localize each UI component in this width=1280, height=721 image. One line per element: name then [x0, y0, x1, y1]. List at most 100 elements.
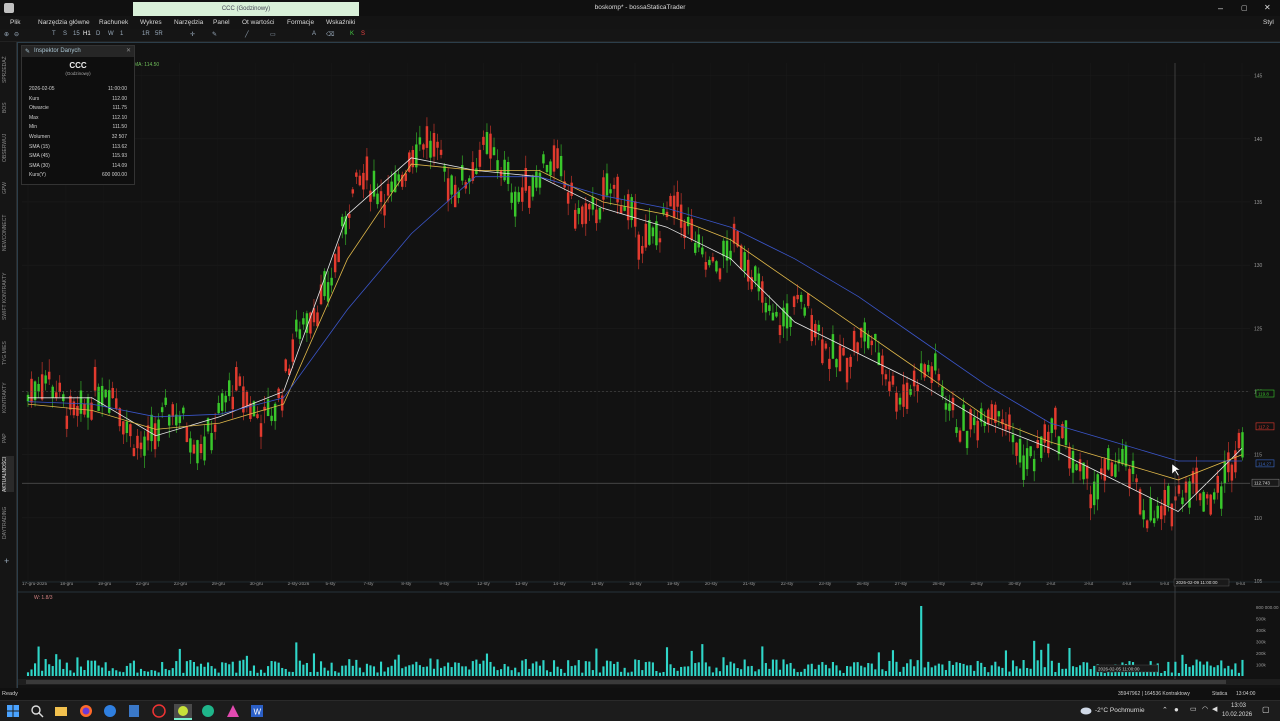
volume-bar: [694, 663, 697, 676]
menu-ot-wartosci[interactable]: Ot wartości: [242, 19, 275, 26]
zoom-in-icon[interactable]: ⊕: [4, 31, 9, 38]
sidebar-item-pap[interactable]: PAP: [2, 428, 14, 448]
weather-text[interactable]: -2°C Pochmurnie: [1095, 707, 1145, 714]
data-inspector-panel[interactable]: ✎ Inspektor Danych ✕ CCC (Godzinowy) 202…: [21, 45, 135, 185]
volume-bar: [718, 671, 722, 676]
candle-body: [969, 409, 972, 430]
volume-bar: [1029, 668, 1032, 676]
line-tool-icon[interactable]: ╱: [245, 31, 249, 38]
edge-icon[interactable]: [103, 704, 117, 718]
y-axis-tick: 115: [1254, 453, 1262, 459]
sidebar-item-daytrading[interactable]: DAYTRADING: [2, 500, 14, 546]
menu-narzedzia-glowne[interactable]: Narzędzia główne: [38, 19, 90, 26]
volume-bar: [401, 668, 404, 676]
window-tab[interactable]: CCC (Godzinowy): [133, 2, 359, 16]
candle-body: [340, 216, 344, 227]
volume-icon[interactable]: ◀: [1212, 705, 1217, 713]
interval-1r[interactable]: 1R: [142, 31, 150, 37]
microphone-icon[interactable]: ●: [1174, 705, 1179, 714]
scrollbar-thumb[interactable]: [26, 680, 1226, 684]
volume-bar: [729, 661, 732, 676]
inspector-header[interactable]: ✎ Inspektor Danych ✕: [22, 46, 134, 57]
minimize-icon[interactable]: –: [1218, 3, 1226, 13]
recorder-icon[interactable]: [152, 704, 166, 718]
interval-5r[interactable]: 5R: [155, 31, 163, 37]
volume-bar: [1223, 668, 1226, 676]
sidebar-item-bos[interactable]: BOS: [2, 98, 14, 118]
volume-bar: [1202, 664, 1205, 676]
restore-icon[interactable]: ▢: [1241, 4, 1249, 14]
left-sidebar: SPRZEDAŻ BOS OBSERWUJ GPW NEWCONNECT SWI…: [0, 42, 17, 688]
sidebar-item-gpw[interactable]: GPW: [2, 178, 14, 198]
volume-bar: [69, 670, 72, 676]
firefox-icon[interactable]: [79, 704, 93, 718]
price-chart[interactable]: MA: 114.5014514013513012512011511010517-…: [18, 43, 1280, 689]
crosshair-icon[interactable]: ✛: [190, 31, 195, 38]
menu-wskazniki[interactable]: Wskaźniki: [326, 19, 355, 26]
weather-icon[interactable]: [1080, 705, 1092, 715]
pin-icon[interactable]: ✎: [25, 48, 30, 55]
candle-body: [136, 435, 139, 449]
candle-body: [1212, 492, 1216, 500]
sidebar-item-tyg-mies[interactable]: TYG.MIES: [2, 336, 14, 370]
calculator-icon[interactable]: [127, 704, 141, 718]
eraser-icon[interactable]: ⌫: [326, 31, 334, 38]
notification-icon[interactable]: ▢: [1262, 705, 1270, 714]
store-icon[interactable]: [226, 704, 240, 718]
bossa-app-icon[interactable]: [174, 704, 192, 720]
pencil-icon[interactable]: ✎: [212, 31, 217, 38]
menu-wykres[interactable]: Wykres: [140, 19, 162, 26]
volume-bar: [242, 659, 245, 676]
sidebar-item-obserwuj[interactable]: OBSERWUJ: [2, 128, 14, 168]
candle-body: [552, 145, 556, 172]
edge-browser-icon[interactable]: [201, 704, 215, 718]
taskbar-time[interactable]: 13:03: [1231, 703, 1246, 709]
menu-plik[interactable]: Plik: [10, 19, 20, 26]
close-icon[interactable]: ✕: [1264, 3, 1272, 13]
zoom-out-icon[interactable]: ⊖: [14, 31, 19, 38]
sidebar-item-aktualnosci[interactable]: AKTUALNOŚCI: [2, 456, 14, 492]
wifi-icon[interactable]: ◠: [1202, 705, 1208, 713]
candle-body: [1022, 455, 1025, 480]
volume-bar: [948, 660, 951, 676]
candle-body: [870, 340, 874, 346]
menu-narzedzia[interactable]: Narzędzia: [174, 19, 203, 26]
network-icon[interactable]: ▭: [1190, 705, 1197, 713]
interval-1[interactable]: 1: [120, 31, 123, 37]
menu-panel[interactable]: Panel: [213, 19, 230, 26]
menu-styl[interactable]: Styl: [1263, 19, 1274, 26]
volume-bar: [503, 663, 506, 676]
interval-s[interactable]: S: [63, 31, 67, 37]
word-icon[interactable]: W: [250, 704, 264, 718]
plus-icon[interactable]: +: [4, 556, 9, 566]
chart-window[interactable]: MA: 114.5014514013513012512011511010517-…: [17, 42, 1280, 690]
s-button[interactable]: S: [361, 31, 365, 37]
bossa-logo-icon[interactable]: [4, 3, 14, 13]
interval-h1[interactable]: H1: [83, 31, 91, 37]
file-explorer-icon[interactable]: [54, 704, 68, 718]
menu-rachunek[interactable]: Rachunek: [99, 19, 128, 26]
sidebar-item-swift-kontrakty[interactable]: SWIFT KONTRAKTY: [2, 266, 14, 326]
sidebar-item-sprzedaz[interactable]: SPRZEDAŻ: [2, 48, 14, 92]
taskbar-date[interactable]: 10.02.2026: [1222, 712, 1252, 718]
volume-bar: [521, 660, 524, 676]
search-icon[interactable]: [30, 704, 44, 718]
interval-15[interactable]: 15: [73, 31, 80, 37]
windows-start-icon[interactable]: [6, 704, 20, 718]
status-mode: Statica: [1212, 691, 1228, 697]
k-button[interactable]: K: [350, 31, 354, 37]
sidebar-item-newconnect[interactable]: NEWCONNECT: [2, 208, 14, 258]
rectangle-tool-icon[interactable]: ▭: [270, 31, 276, 38]
candle-body: [157, 419, 160, 442]
interval-t[interactable]: T: [52, 31, 56, 37]
inspector-close-icon[interactable]: ✕: [126, 47, 131, 54]
tray-chevron-icon[interactable]: ⌃: [1162, 706, 1168, 714]
volume-bar: [1026, 667, 1029, 676]
candle-body: [1152, 518, 1156, 524]
interval-d[interactable]: D: [96, 31, 100, 37]
menu-formacje[interactable]: Formacje: [287, 19, 314, 26]
candle-body: [245, 391, 249, 407]
text-tool-icon[interactable]: A: [312, 31, 316, 37]
sidebar-item-kontrakty[interactable]: KONTRAKTY: [2, 378, 14, 418]
interval-w[interactable]: W: [108, 31, 114, 37]
